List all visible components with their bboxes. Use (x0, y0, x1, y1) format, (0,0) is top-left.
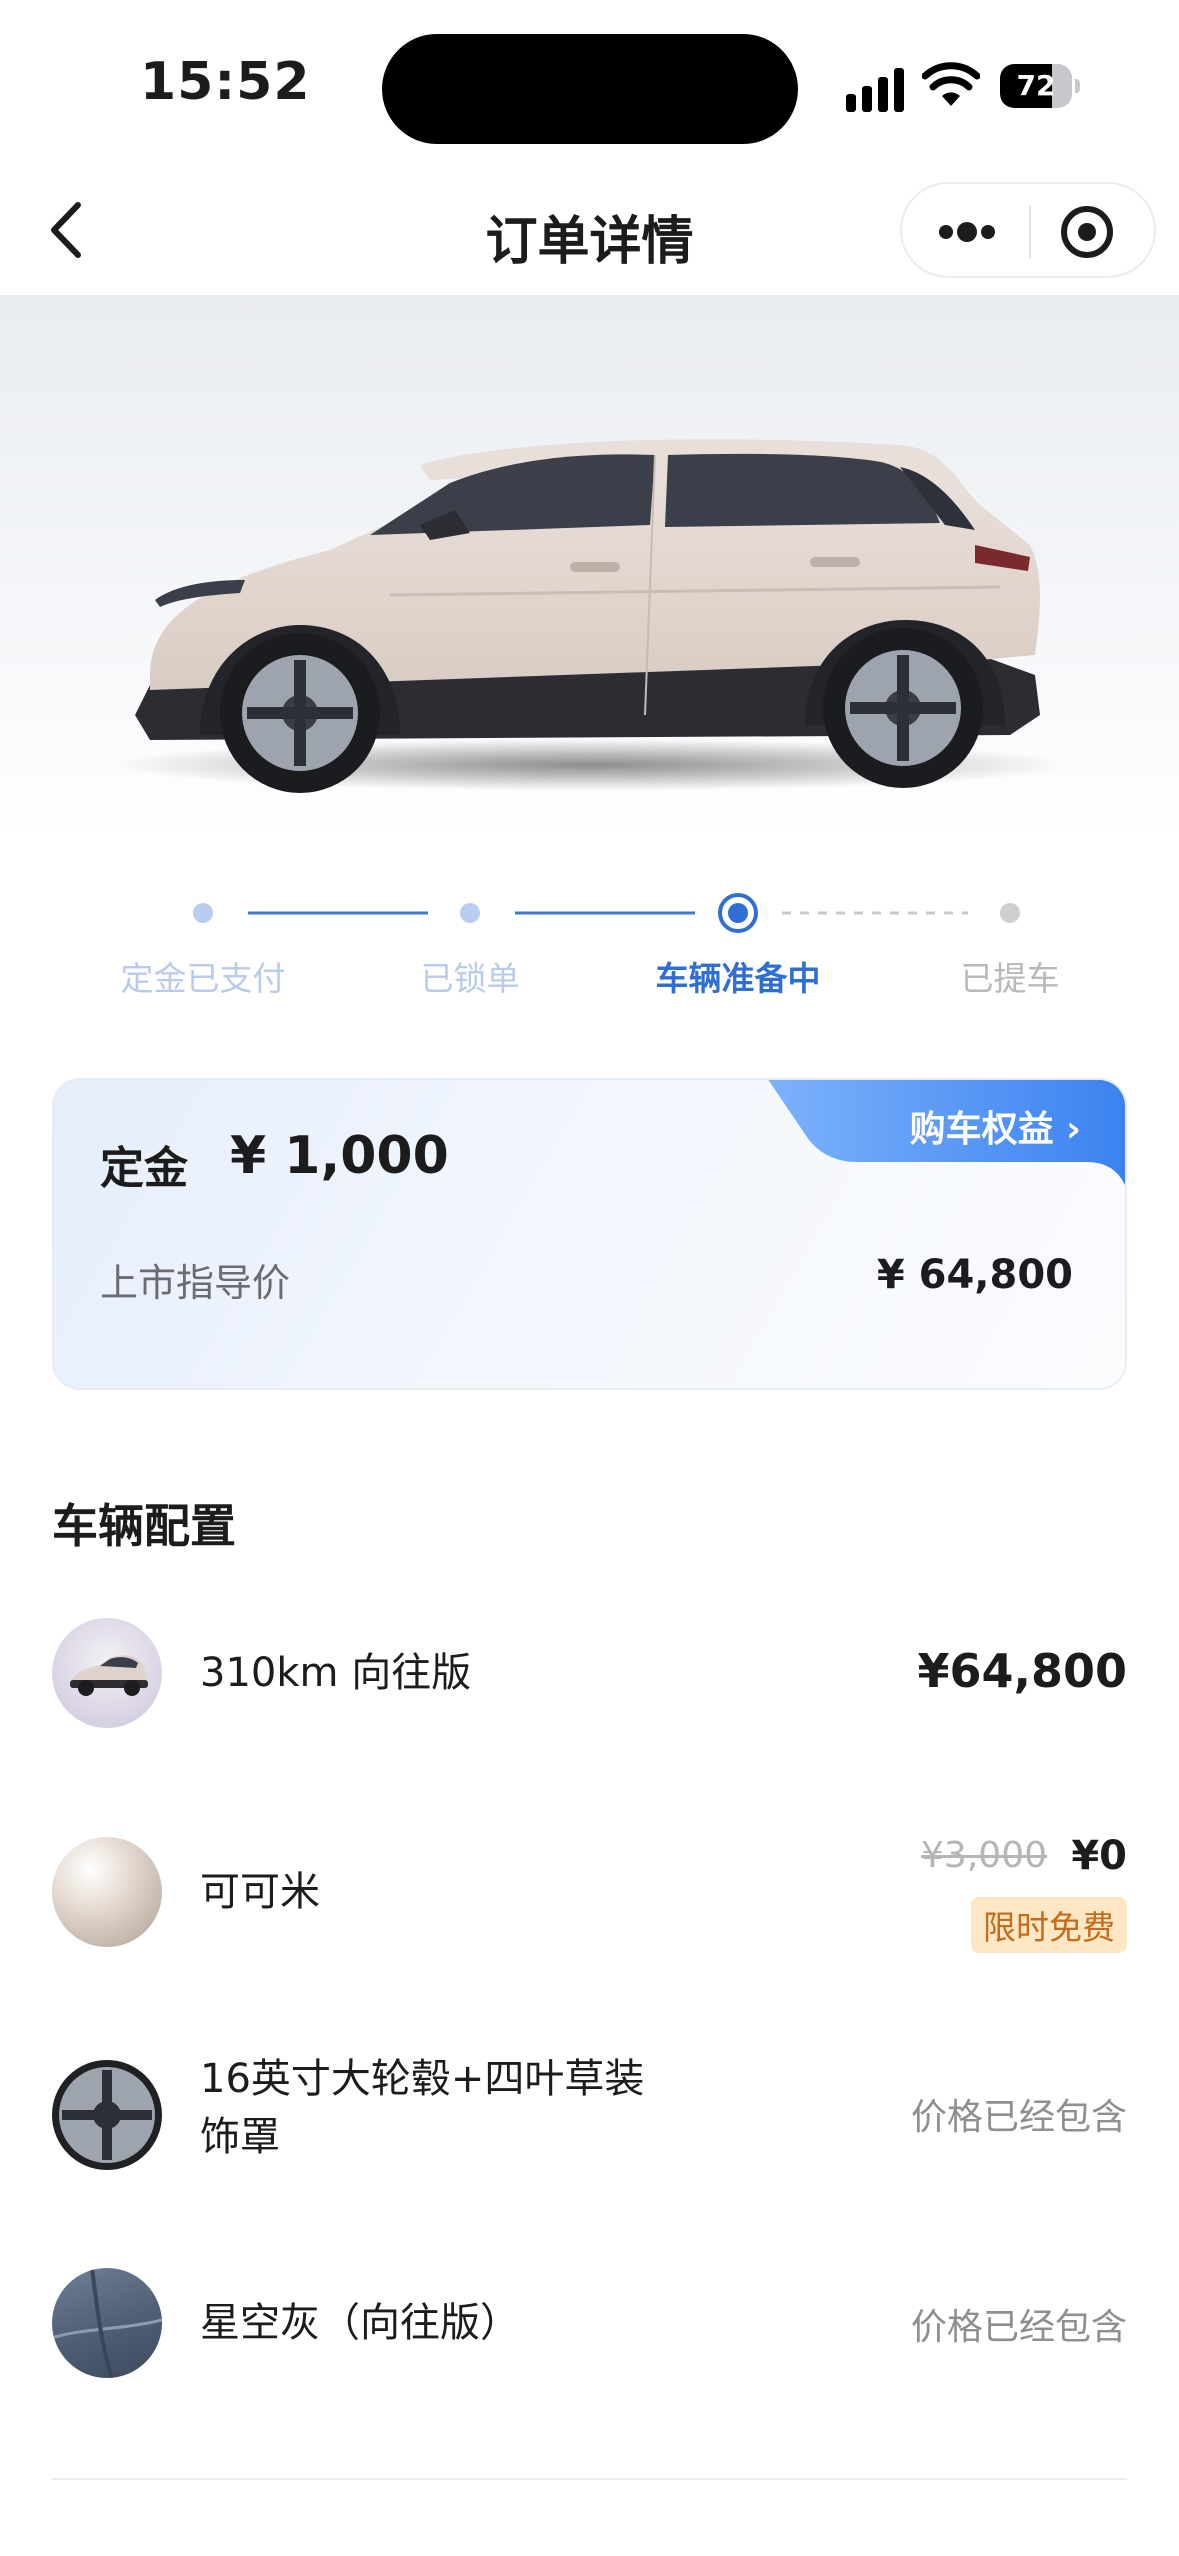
price-card: 购车权益 › 定金 ¥ 1,000 上市指导价 ¥ 64,800 (52, 1078, 1127, 1390)
order-progress-stepper: 定金已支付 已锁单 车辆准备中 已提车 (0, 880, 1179, 1010)
step-vehicle-delivered: 已提车 (960, 959, 1060, 998)
msrp-amount: ¥ 64,800 (876, 1252, 1073, 1298)
deposit-amount: ¥ 1,000 (230, 1126, 449, 1186)
purchase-benefits-link[interactable]: 购车权益 › (910, 1100, 1081, 1152)
mini-program-capsule (900, 182, 1156, 278)
color-swatch (52, 1837, 162, 1947)
color-price: ¥0 (1071, 1833, 1127, 1879)
nav-bar: 订单详情 (0, 165, 1179, 295)
trim-thumbnail (52, 1618, 162, 1728)
limited-free-badge: 限时免费 (971, 1897, 1127, 1953)
interior-price-included: 价格已经包含 (910, 2307, 1127, 2348)
config-item-trim: 310km 向往版 ¥64,800 (52, 1618, 1127, 1728)
wifi-icon (922, 62, 980, 106)
wheel-thumbnail (52, 2060, 162, 2170)
car-hero-image (0, 295, 1179, 840)
status-bar: 15:52 72 (0, 0, 1179, 165)
config-item-interior: 星空灰（向往版） 价格已经包含 (52, 2268, 1127, 2378)
section-divider (52, 2478, 1127, 2480)
battery-icon: 72 (1000, 64, 1080, 108)
color-name: 可可米 (200, 1869, 320, 1915)
trim-name: 310km 向往版 (200, 1650, 472, 1696)
msrp-label: 上市指导价 (100, 1261, 291, 1305)
status-time: 15:52 (140, 52, 311, 112)
trim-price: ¥64,800 (917, 1644, 1127, 1698)
step-deposit-paid: 定金已支付 (120, 959, 286, 998)
color-original-price: ¥3,000 (921, 1835, 1047, 1876)
wheels-name-line2: 饰罩 (200, 2114, 280, 2160)
close-miniprogram-icon[interactable] (1052, 202, 1122, 262)
config-item-color: 可可米 ¥3,000 ¥0 限时免费 (52, 1825, 1127, 1965)
wheels-price-included: 价格已经包含 (910, 2097, 1127, 2138)
deposit-label: 定金 (100, 1143, 188, 1194)
step-vehicle-preparing: 车辆准备中 (655, 959, 821, 998)
config-item-wheels: 16英寸大轮毂+四叶草装 饰罩 价格已经包含 (52, 2050, 1127, 2180)
stepper-track (193, 893, 1020, 933)
config-section-title: 车辆配置 (52, 1499, 236, 1553)
cellular-signal-icon (846, 68, 904, 112)
battery-percent: 72 (1016, 69, 1056, 102)
interior-name: 星空灰（向往版） (200, 2300, 520, 2346)
rear-wheel (823, 628, 983, 788)
front-wheel (220, 633, 380, 793)
wheels-name-line1: 16英寸大轮毂+四叶草装 (200, 2056, 645, 2102)
wheels-name: 16英寸大轮毂+四叶草装 饰罩 (200, 2050, 644, 2166)
car-illustration (110, 439, 1070, 793)
interior-thumbnail (52, 2268, 162, 2378)
step-order-locked: 已锁单 (420, 959, 520, 998)
more-icon[interactable] (932, 202, 1002, 262)
dynamic-island (382, 34, 798, 144)
